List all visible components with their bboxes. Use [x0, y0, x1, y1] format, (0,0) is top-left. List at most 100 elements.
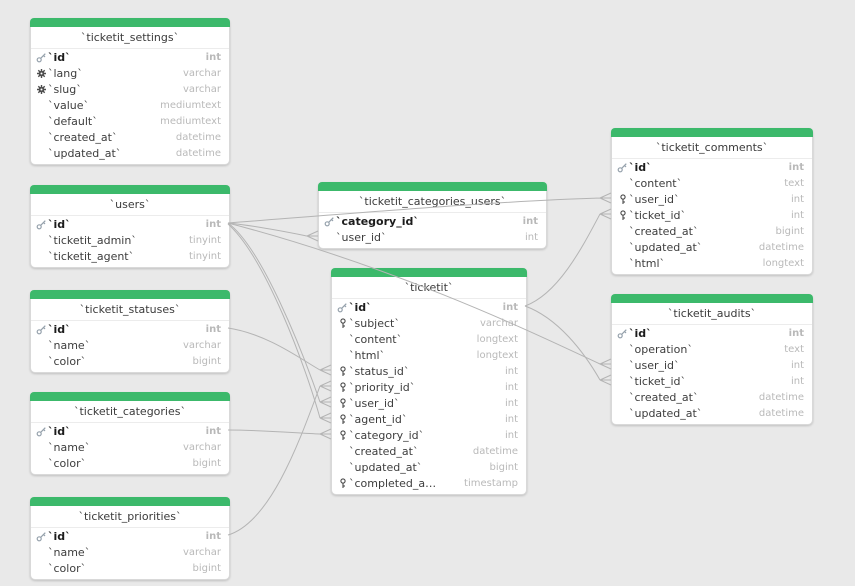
field-type: varchar — [480, 318, 518, 329]
field-row[interactable]: `ticketit_agent`tinyint — [31, 248, 229, 264]
field-row[interactable]: `id`int — [612, 325, 812, 341]
field-type: int — [789, 328, 804, 339]
table-ticketit_statuses[interactable]: `ticketit_statuses``id`int`name`varchar`… — [30, 290, 230, 373]
field-row[interactable]: `updated_at`datetime — [612, 405, 812, 421]
relationship-priorities-id-to-ticketit-priority-id — [228, 381, 331, 535]
field-row[interactable]: `name`varchar — [31, 439, 229, 455]
diagram-canvas[interactable]: `ticketit_settings``id`int`lang`varchar`… — [0, 0, 855, 586]
field-type: datetime — [759, 242, 804, 253]
field-type: int — [206, 324, 221, 335]
field-row[interactable]: `id`int — [31, 49, 229, 65]
field-type: text — [784, 344, 804, 355]
field-row[interactable]: `user_id`int — [332, 395, 526, 411]
field-row[interactable]: `color`bigint — [31, 560, 229, 576]
field-type: int — [505, 398, 518, 409]
field-row[interactable]: `completed_a…timestamp — [332, 475, 526, 491]
field-row[interactable]: `user_id`int — [319, 229, 546, 245]
field-type: int — [505, 430, 518, 441]
field-row[interactable]: `content`text — [612, 175, 812, 191]
table-ticketit[interactable]: `ticketit``id`int`subject`varchar`conten… — [331, 268, 527, 495]
field-row[interactable]: `slug`varchar — [31, 81, 229, 97]
field-row[interactable]: `color`bigint — [31, 455, 229, 471]
field-name: `color` — [48, 562, 184, 575]
primary-key-icon — [35, 324, 48, 335]
field-name: `updated_at` — [48, 147, 168, 160]
field-name: `ticketit_admin` — [48, 234, 181, 247]
table-title-ticketit_settings[interactable]: `ticketit_settings` — [31, 27, 229, 49]
table-ticketit_categories_users[interactable]: `ticketit_categories_users``category_id`… — [318, 182, 547, 249]
field-row[interactable]: `ticketit_admin`tinyint — [31, 232, 229, 248]
field-row[interactable]: `ticket_id`int — [612, 373, 812, 389]
field-row[interactable]: `default` mediumtext — [31, 113, 229, 129]
table-title-ticketit_audits[interactable]: `ticketit_audits` — [612, 303, 812, 325]
table-ticketit_audits[interactable]: `ticketit_audits``id`int`operation`text`… — [611, 294, 813, 425]
table-title-ticketit_statuses[interactable]: `ticketit_statuses` — [31, 299, 229, 321]
field-name: `content` — [349, 333, 469, 346]
table-title-ticketit_comments[interactable]: `ticketit_comments` — [612, 137, 812, 159]
field-row[interactable]: `priority_id`int — [332, 379, 526, 395]
field-row[interactable]: `name`varchar — [31, 544, 229, 560]
field-type: bigint — [775, 226, 804, 237]
field-row[interactable]: `value`mediumtext — [31, 97, 229, 113]
field-row[interactable]: `lang`varchar — [31, 65, 229, 81]
field-row[interactable]: `ticket_id`int — [612, 207, 812, 223]
table-ticketit_comments[interactable]: `ticketit_comments``id`int`content`text`… — [611, 128, 813, 275]
field-type: mediumtext — [160, 116, 221, 127]
field-type: datetime — [176, 132, 221, 143]
field-row[interactable]: `id`int — [31, 528, 229, 544]
field-type: longtext — [477, 350, 518, 361]
field-row[interactable]: `color`bigint — [31, 353, 229, 369]
field-type: int — [791, 360, 804, 371]
field-name: `category_id` — [349, 429, 497, 442]
field-type: int — [206, 426, 221, 437]
primary-key-icon — [35, 531, 48, 542]
field-row[interactable]: `updated_at`bigint — [332, 459, 526, 475]
field-row[interactable]: `created_at`datetime — [332, 443, 526, 459]
field-type: int — [791, 376, 804, 387]
field-row[interactable]: `status_id`int — [332, 363, 526, 379]
field-type: bigint — [192, 356, 221, 367]
table-title-users[interactable]: `users` — [31, 194, 229, 216]
table-title-ticketit[interactable]: `ticketit` — [332, 277, 526, 299]
field-row[interactable]: `id`int — [612, 159, 812, 175]
field-row[interactable]: `html`longtext — [612, 255, 812, 271]
field-type: longtext — [763, 258, 804, 269]
field-name: `lang` — [48, 67, 175, 80]
field-row[interactable]: `category_id`int — [319, 213, 546, 229]
field-type: datetime — [473, 446, 518, 457]
field-row[interactable]: `user_id`int — [612, 191, 812, 207]
field-type: int — [505, 414, 518, 425]
field-row[interactable]: `html`longtext — [332, 347, 526, 363]
field-row[interactable]: `id`int — [31, 321, 229, 337]
field-row[interactable]: `created_at`datetime — [612, 389, 812, 405]
field-name: `name` — [48, 546, 175, 559]
table-title-ticketit_categories_users[interactable]: `ticketit_categories_users` — [319, 191, 546, 213]
table-ticketit_categories[interactable]: `ticketit_categories``id`int`name`varcha… — [30, 392, 230, 475]
field-row[interactable]: `created_at`bigint — [612, 223, 812, 239]
relationship-categories-id-to-ticketit-category-id — [228, 429, 331, 439]
table-header-bar — [611, 128, 813, 137]
table-ticketit_priorities[interactable]: `ticketit_priorities``id`int`name`varcha… — [30, 497, 230, 580]
table-title-ticketit_priorities[interactable]: `ticketit_priorities` — [31, 506, 229, 528]
field-row[interactable]: `operation`text — [612, 341, 812, 357]
field-row[interactable]: `user_id`int — [612, 357, 812, 373]
field-type: int — [791, 194, 804, 205]
field-row[interactable]: `id`int — [31, 423, 229, 439]
field-row[interactable]: `created_at`datetime — [31, 129, 229, 145]
field-list: `id`int`lang`varchar`slug`varchar`value`… — [31, 49, 229, 161]
relationship-users-id-to-ticketit-agent-id — [228, 224, 331, 423]
field-row[interactable]: `id`int — [332, 299, 526, 315]
field-row[interactable]: `agent_id` int — [332, 411, 526, 427]
field-row[interactable]: `name`varchar — [31, 337, 229, 353]
table-title-ticketit_categories[interactable]: `ticketit_categories` — [31, 401, 229, 423]
table-ticketit_settings[interactable]: `ticketit_settings``id`int`lang`varchar`… — [30, 18, 230, 165]
field-row[interactable]: `updated_at`datetime — [612, 239, 812, 255]
field-row[interactable]: `category_id` int — [332, 427, 526, 443]
field-row[interactable]: `subject`varchar — [332, 315, 526, 331]
table-users[interactable]: `users``id`int`ticketit_admin`tinyint`ti… — [30, 185, 230, 268]
field-name: `agent_id` — [349, 413, 497, 426]
field-row[interactable]: `content`longtext — [332, 331, 526, 347]
field-row[interactable]: `id`int — [31, 216, 229, 232]
field-row[interactable]: `updated_at`datetime — [31, 145, 229, 161]
field-name: `default` — [48, 115, 152, 128]
